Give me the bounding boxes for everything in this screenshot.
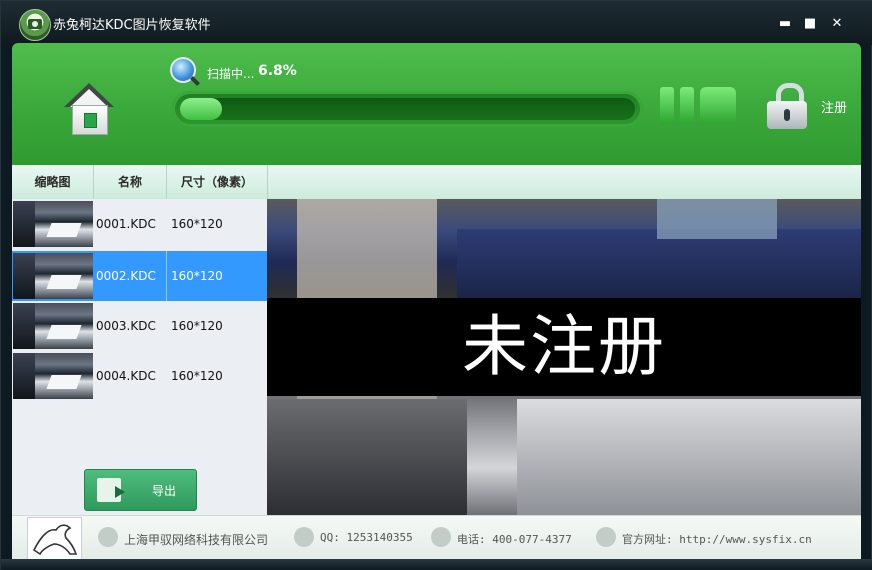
- file-name: 0001.KDC: [96, 217, 156, 231]
- website-link[interactable]: 官方网址: http://www.sysfix.cn: [622, 531, 812, 547]
- register-button[interactable]: 注册: [821, 97, 847, 116]
- file-name: 0003.KDC: [96, 319, 156, 333]
- table-row-selected[interactable]: 0002.KDC 160*120: [12, 251, 267, 301]
- qq-number: QQ: 1253140355: [320, 531, 413, 544]
- maximize-button[interactable]: ■: [801, 15, 819, 33]
- table-row[interactable]: 0003.KDC 160*120: [12, 301, 267, 351]
- qq-icon: [294, 527, 314, 547]
- thumbnail-image: [13, 303, 93, 349]
- file-size: 160*120: [171, 269, 223, 283]
- export-button[interactable]: 导出: [84, 469, 197, 511]
- scan-percent: 6.8%: [258, 63, 297, 79]
- export-icon: [97, 478, 125, 502]
- app-window: 赤兔柯达KDC图片恢复软件 ▬ ■ ✕ 扫描中... 6.8% 注册 缩略图 名…: [0, 0, 872, 570]
- file-name: 0002.KDC: [96, 269, 156, 283]
- company-name: 上海甲驭网络科技有限公司: [124, 533, 269, 547]
- toolbar-header: 扫描中... 6.8% 注册: [12, 43, 861, 165]
- pause-icon[interactable]: [660, 87, 674, 123]
- thumbnail-image: [13, 353, 93, 399]
- globe-icon: [596, 527, 616, 547]
- file-list[interactable]: 0001.KDC 160*120 0002.KDC 160*120 0003.K…: [12, 199, 267, 515]
- image-preview: 未注册: [267, 199, 861, 515]
- thumbnail-image: [13, 253, 93, 299]
- file-size: 160*120: [171, 369, 223, 383]
- scan-progress-bar: [172, 91, 643, 127]
- unregistered-watermark: 未注册: [267, 298, 861, 396]
- table-row[interactable]: 0001.KDC 160*120: [12, 199, 267, 249]
- window-title: 赤兔柯达KDC图片恢复软件: [53, 18, 211, 33]
- lock-icon[interactable]: [767, 83, 809, 129]
- file-name: 0004.KDC: [96, 369, 156, 383]
- export-button-label: 导出: [152, 484, 177, 498]
- phone-number: 电话: 400-077-4377: [457, 533, 572, 546]
- home-icon[interactable]: [64, 83, 114, 137]
- file-size: 160*120: [171, 319, 223, 333]
- footer-bar: 上海甲驭网络科技有限公司 QQ: 1253140355 电话: 400-077-…: [12, 515, 861, 561]
- minimize-button[interactable]: ▬: [776, 15, 794, 33]
- window-bottom-edge: [1, 559, 872, 570]
- file-size: 160*120: [171, 217, 223, 231]
- table-header: 缩略图 名称 尺寸（像素）: [12, 165, 861, 200]
- table-row[interactable]: 0004.KDC 160*120: [12, 351, 267, 401]
- app-logo-icon: [19, 9, 51, 41]
- phone-icon: [431, 527, 451, 547]
- stop-icon[interactable]: [700, 87, 736, 123]
- scan-status: 扫描中...: [207, 67, 255, 81]
- company-icon: [98, 527, 118, 547]
- company-logo: [27, 517, 82, 561]
- pause-icon-bar[interactable]: [680, 87, 694, 123]
- progress-fill: [180, 98, 222, 120]
- column-header-name[interactable]: 名称: [94, 165, 167, 199]
- column-header-size[interactable]: 尺寸（像素）: [167, 165, 268, 199]
- search-icon: [170, 57, 196, 83]
- title-bar[interactable]: 赤兔柯达KDC图片恢复软件 ▬ ■ ✕: [1, 1, 872, 45]
- close-button[interactable]: ✕: [828, 15, 846, 33]
- column-header-thumbnail[interactable]: 缩略图: [12, 165, 94, 199]
- thumbnail-image: [13, 201, 93, 247]
